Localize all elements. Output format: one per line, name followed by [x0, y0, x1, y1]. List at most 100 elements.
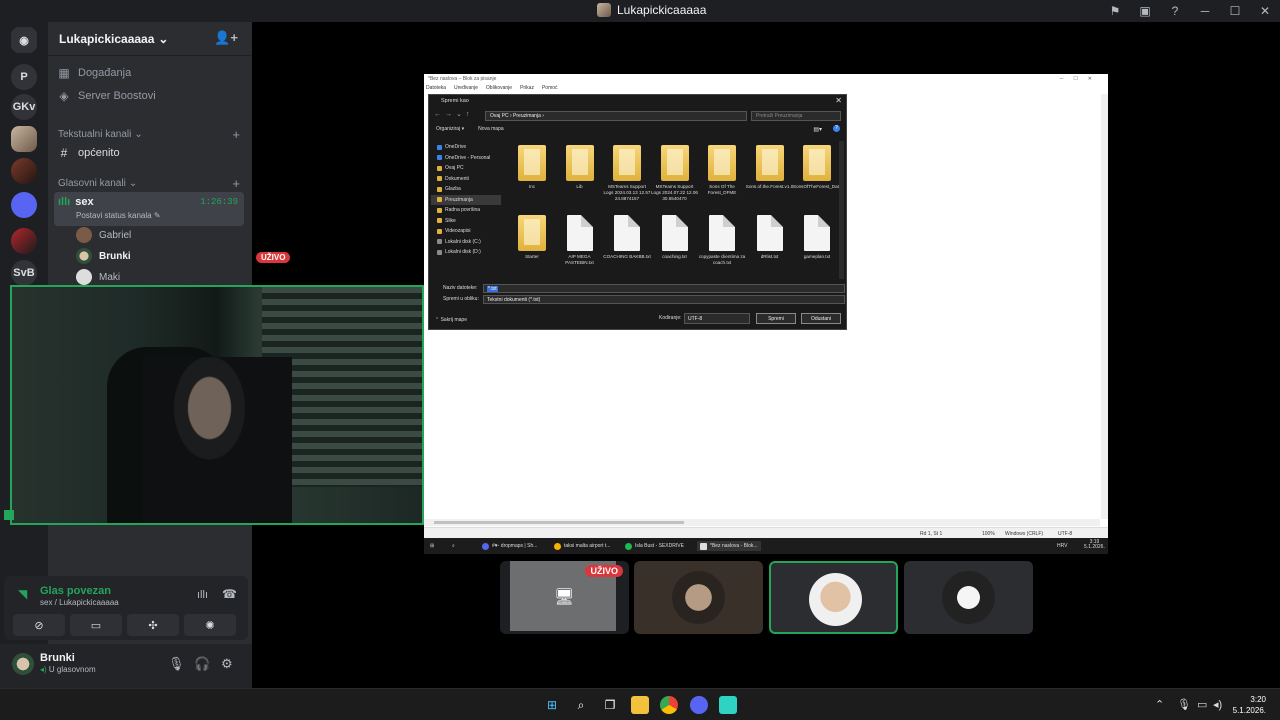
- folder-item[interactable]: Sons.of.the.Forest.v1.0: [746, 145, 793, 190]
- help-icon[interactable]: ?: [1160, 0, 1190, 22]
- tree-item[interactable]: Videozapisi: [431, 226, 501, 237]
- tree-item[interactable]: Lokalni disk (D:): [431, 247, 501, 258]
- add-channel-icon[interactable]: +: [232, 176, 240, 191]
- channel-general[interactable]: # općenito: [56, 142, 244, 164]
- voice-user[interactable]: Maki: [76, 267, 120, 287]
- microphone-icon[interactable]: 🎙: [168, 656, 185, 672]
- noise-suppression-icon[interactable]: ıllı: [197, 589, 208, 601]
- nav-events[interactable]: ▦ Događanja: [56, 62, 244, 84]
- settings-gear-icon[interactable]: ⚙: [221, 656, 233, 672]
- menu-item[interactable]: Datoteka: [426, 85, 446, 91]
- folder-item[interactable]: Inc: [509, 145, 555, 190]
- tree-item[interactable]: Lokalni disk (C:): [431, 237, 501, 248]
- tree-item[interactable]: OneDrive - Personal: [431, 153, 501, 164]
- text-category[interactable]: Tekstualni kanali ⌄ +: [58, 127, 242, 142]
- tree-item[interactable]: Preuzimanja: [431, 194, 501, 205]
- headphones-icon[interactable]: 🎧: [194, 656, 210, 672]
- save-button[interactable]: Spremi: [756, 313, 796, 324]
- server-name-header[interactable]: Lukapickicaaaaa ⌄ 👤+: [48, 22, 252, 56]
- inbox-icon[interactable]: ⚑: [1100, 0, 1130, 22]
- participant-tile[interactable]: [904, 561, 1033, 634]
- voice-user[interactable]: Brunki: [76, 246, 131, 266]
- server-icon[interactable]: [11, 192, 37, 218]
- tree-item[interactable]: Ovaj PC: [431, 163, 501, 174]
- channel-status[interactable]: Postavi status kanala ✎: [76, 211, 161, 220]
- menu-item[interactable]: Prikaz: [520, 85, 534, 91]
- voice-channel-sex[interactable]: ıllı sex 1:26:39 Postavi status kanala ✎: [54, 192, 244, 226]
- invite-icon[interactable]: 👤+: [214, 30, 238, 46]
- search-input[interactable]: Pretraži Preuzimanja: [751, 111, 841, 121]
- horizontal-scrollbar[interactable]: [424, 519, 1100, 526]
- start-icon[interactable]: ⊞: [543, 696, 561, 714]
- server-icon[interactable]: [11, 158, 37, 184]
- tree-item[interactable]: Dokumenti: [431, 174, 501, 185]
- resize-handle[interactable]: [4, 510, 14, 520]
- tree-item[interactable]: Glazba: [431, 184, 501, 195]
- close-icon[interactable]: ✕: [835, 96, 842, 105]
- participant-tile[interactable]: [634, 561, 763, 634]
- view-icon[interactable]: ▤▾: [813, 126, 822, 133]
- filename-input[interactable]: *.txt: [483, 284, 845, 293]
- folder-item[interactable]: Lib: [557, 145, 603, 190]
- tree-item[interactable]: Radna površina: [431, 205, 501, 216]
- address-bar[interactable]: Ovaj PC › Preuzimanja ›: [485, 111, 747, 121]
- voice-user[interactable]: Gabriel: [76, 225, 131, 245]
- app-icon[interactable]: [719, 696, 737, 714]
- volume-icon[interactable]: ◂): [1213, 698, 1222, 711]
- folder-item[interactable]: MSTeams Support Logs 2024.07.22 12.06 30…: [651, 145, 698, 202]
- activities-button[interactable]: ✣: [127, 614, 179, 636]
- cancel-button[interactable]: Odustani: [801, 313, 841, 324]
- menu-item[interactable]: Oblikovanje: [486, 85, 512, 91]
- camera-off-button[interactable]: ⊘: [13, 614, 65, 636]
- new-folder-button[interactable]: Nova mapa: [478, 126, 504, 132]
- server-icon-gkv[interactable]: GKv: [11, 94, 37, 120]
- menu-item[interactable]: Pomoć: [542, 85, 558, 91]
- network-icon[interactable]: ▭: [1197, 698, 1207, 711]
- webcam-stream[interactable]: [10, 285, 424, 525]
- screen-share-button[interactable]: ▭: [70, 614, 122, 636]
- user-avatar[interactable]: [12, 653, 34, 675]
- file-item[interactable]: AIP MEGA PASTEBIN.txt: [557, 215, 603, 266]
- filetype-select[interactable]: Tekstni dokumenti (*.txt): [483, 295, 845, 304]
- soundboard-button[interactable]: ✺: [184, 614, 236, 636]
- nav-boosts[interactable]: ◈ Server Boostovi: [56, 85, 244, 107]
- folder-item[interactable]: SonsOfTheForest_Data: [793, 145, 842, 190]
- vertical-scrollbar[interactable]: [1101, 94, 1108, 519]
- nav-arrows[interactable]: ←→⌄↑: [434, 110, 473, 118]
- tree-item[interactable]: Slike: [431, 216, 501, 227]
- disconnect-icon[interactable]: ☎: [222, 587, 237, 601]
- discord-icon[interactable]: [690, 696, 708, 714]
- participant-tile-stream[interactable]: 🖥 UŽIVO: [500, 561, 629, 634]
- search-icon[interactable]: ⌕: [572, 696, 590, 714]
- folder-item[interactable]: Sons Of The Forest_DFME: [699, 145, 745, 196]
- microphone-icon[interactable]: 🎙: [1177, 698, 1191, 711]
- chevron-up-icon[interactable]: ⌃: [1155, 698, 1164, 711]
- folder-item[interactable]: Starter: [509, 215, 555, 260]
- chrome-icon[interactable]: [660, 696, 678, 714]
- menu-item[interactable]: Uređivanje: [454, 85, 478, 91]
- maximize-button[interactable]: ☐: [1220, 0, 1250, 22]
- task-view-icon[interactable]: ❐: [601, 696, 619, 714]
- file-scrollbar[interactable]: [839, 141, 844, 279]
- hide-folders-toggle[interactable]: ⌃ Sakrij mape: [435, 317, 467, 323]
- organize-button[interactable]: Organiziraj ▾: [436, 126, 464, 132]
- server-icon-svb[interactable]: SvB: [11, 260, 37, 286]
- encoding-select[interactable]: UTF-8: [684, 313, 750, 324]
- voice-category[interactable]: Glasovni kanali ⌄ +: [58, 176, 242, 191]
- minimize-button[interactable]: ─: [1190, 0, 1220, 22]
- clock[interactable]: 3:20 5.1.2026.: [1233, 694, 1266, 716]
- close-button[interactable]: ✕: [1250, 0, 1280, 22]
- file-explorer-icon[interactable]: [631, 696, 649, 714]
- file-item[interactable]: gameplan.txt: [794, 215, 840, 260]
- add-channel-icon[interactable]: +: [232, 127, 240, 142]
- file-item[interactable]: copypaste clientima za coach.txt: [699, 215, 745, 266]
- file-item[interactable]: coaching.txt: [652, 215, 698, 260]
- server-icon-active[interactable]: [11, 126, 37, 152]
- file-item[interactable]: dRlist.txt: [747, 215, 793, 260]
- participant-tile-speaking[interactable]: [769, 561, 898, 634]
- folder-item[interactable]: MSTeams Support Logs 2024.03.13 12.57 24…: [603, 145, 651, 202]
- discord-home-icon[interactable]: ◉: [11, 27, 37, 53]
- server-icon-p[interactable]: P: [11, 64, 37, 90]
- screen-share-icon[interactable]: ▣: [1130, 0, 1160, 22]
- scrollbar-thumb[interactable]: [434, 521, 684, 524]
